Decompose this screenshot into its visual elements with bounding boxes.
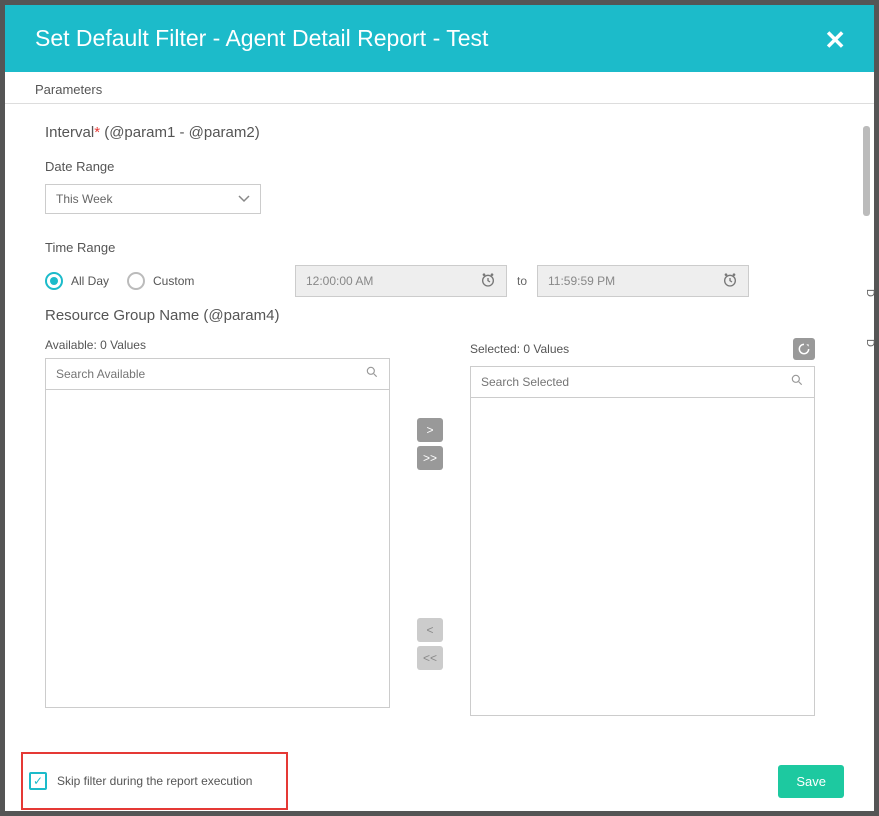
time-to-input[interactable]: 11:59:59 PM [537,265,749,297]
check-icon: ✓ [33,775,43,787]
clock-icon [480,272,496,291]
chevron-down-icon [238,195,250,203]
available-search[interactable] [45,358,390,390]
skip-filter-checkbox[interactable]: ✓ Skip filter during the report executio… [21,752,288,810]
close-icon[interactable]: ✕ [824,25,846,56]
interval-params: (@param1 - @param2) [100,124,260,141]
selected-column: Selected: 0 Values [470,338,815,716]
tab-parameters[interactable]: Parameters [35,78,102,103]
interval-heading: Interval* (@param1 - @param2) [45,124,834,141]
modal-dialog: Set Default Filter - Agent Detail Report… [5,5,874,811]
move-right-all-button[interactable]: >> [417,446,443,470]
time-from-value: 12:00:00 AM [306,274,373,288]
time-from-input[interactable]: 12:00:00 AM [295,265,507,297]
refresh-button[interactable] [793,338,815,360]
time-to-value: 11:59:59 PM [548,274,615,288]
scrollbar-thumb[interactable] [863,126,870,216]
selected-list[interactable] [470,398,815,716]
date-range-select[interactable]: This Week [45,184,261,214]
move-left-button[interactable]: < [417,618,443,642]
skip-filter-label: Skip filter during the report execution [57,774,252,788]
radio-all-day[interactable]: All Day [45,272,109,290]
radio-all-day-label: All Day [71,274,109,288]
time-range-label: Time Range [45,240,834,255]
selected-search-input[interactable] [481,375,790,389]
available-search-input[interactable] [56,367,365,381]
modal-title: Set Default Filter - Agent Detail Report… [35,25,488,52]
selected-search[interactable] [470,366,815,398]
search-icon [365,365,379,384]
edge-text: D [864,339,876,347]
date-range-label: Date Range [45,159,834,174]
time-to-label: to [517,274,527,288]
edge-text: D [864,289,876,297]
interval-label: Interval [45,124,94,141]
available-label: Available: 0 Values [45,338,390,352]
checkbox-icon: ✓ [29,772,47,790]
move-left-all-button[interactable]: << [417,646,443,670]
save-button[interactable]: Save [778,765,844,798]
modal-footer: ✓ Skip filter during the report executio… [5,751,874,811]
available-list[interactable] [45,390,390,708]
date-range-value: This Week [56,192,112,206]
tabs-bar: Parameters [5,72,874,104]
selected-label: Selected: 0 Values [470,342,569,356]
radio-custom-label: Custom [153,274,194,288]
clock-icon [722,272,738,291]
content-area: Interval* (@param1 - @param2) Date Range… [5,104,874,751]
move-right-button[interactable]: > [417,418,443,442]
radio-custom[interactable]: Custom [127,272,194,290]
search-icon [790,373,804,392]
transfer-buttons: > >> < << [390,338,470,716]
modal-header: Set Default Filter - Agent Detail Report… [5,5,874,72]
resource-heading: Resource Group Name (@param4) [45,307,834,324]
available-column: Available: 0 Values [45,338,390,716]
